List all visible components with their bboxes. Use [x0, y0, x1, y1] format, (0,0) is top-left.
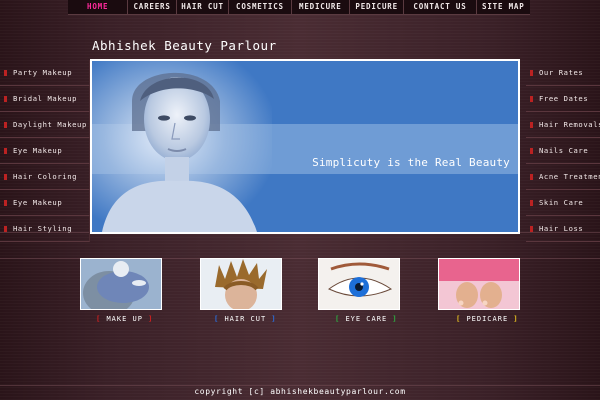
right-menu-label: Free Dates — [539, 94, 589, 103]
bracket-left: [ — [456, 315, 462, 323]
right-menu-label: Skin Care — [539, 198, 584, 207]
eye-care-image — [319, 259, 399, 309]
makeup-image — [81, 259, 161, 309]
bullet-icon — [530, 147, 533, 154]
left-menu-item[interactable]: Eye Makeup — [0, 190, 90, 216]
bracket-left: [ — [214, 315, 220, 323]
right-menu-item[interactable]: Acne Treatment — [526, 164, 600, 190]
bullet-icon — [4, 69, 7, 76]
bullet-icon — [530, 69, 533, 76]
left-menu-label: Hair Styling — [13, 224, 73, 233]
bracket-right: ] — [271, 315, 277, 323]
left-menu-label: Daylight Makeup — [13, 120, 87, 129]
right-menu-label: Acne Treatment — [539, 172, 600, 181]
bracket-right: ] — [513, 315, 519, 323]
bracket-right: ] — [392, 315, 398, 323]
caption-label: HAIR CUT — [224, 315, 267, 323]
site-title: Abhishek Beauty Parlour — [92, 38, 277, 53]
left-menu-label: Bridal Makeup — [13, 94, 78, 103]
right-menu-item[interactable]: Nails Care — [526, 138, 600, 164]
bullet-icon — [4, 95, 7, 102]
nav-hair-cut[interactable]: HAIR CUT — [177, 0, 230, 14]
thumbnail-makeup[interactable] — [80, 258, 162, 310]
nav-pedicure[interactable]: PEDICURE — [350, 0, 405, 14]
nav-medicure[interactable]: MEDICURE — [292, 0, 350, 14]
left-menu-label: Party Makeup — [13, 68, 73, 77]
bullet-icon — [530, 225, 533, 232]
banner-tagline: Simplicuty is the Real Beauty — [312, 156, 510, 169]
bullet-icon — [4, 147, 7, 154]
bullet-icon — [530, 173, 533, 180]
bullet-icon — [530, 121, 533, 128]
left-menu-label: Hair Coloring — [13, 172, 78, 181]
divider-line — [0, 385, 600, 386]
right-menu-item[interactable]: Skin Care — [526, 190, 600, 216]
caption-pedicare[interactable]: [ PEDICARE ] — [456, 315, 519, 323]
caption-label: PEDICARE — [466, 315, 509, 323]
right-menu-label: Nails Care — [539, 146, 589, 155]
bracket-right: ] — [148, 315, 154, 323]
left-menu-item[interactable]: Daylight Makeup — [0, 112, 90, 138]
left-menu-item[interactable]: Bridal Makeup — [0, 86, 90, 112]
bullet-icon — [530, 95, 533, 102]
top-nav: HOME CAREERS HAIR CUT COSMETICS MEDICURE… — [68, 0, 530, 15]
pedicare-image — [439, 259, 519, 309]
bullet-icon — [4, 225, 7, 232]
caption-label: MAKE UP — [106, 315, 143, 323]
right-menu-item[interactable]: Hair Removals — [526, 112, 600, 138]
right-menu-label: Hair Removals — [539, 120, 600, 129]
left-menu: Party Makeup Bridal Makeup Daylight Make… — [0, 60, 90, 242]
hero-banner: Simplicuty is the Real Beauty — [90, 59, 520, 234]
right-menu-label: Our Rates — [539, 68, 584, 77]
bullet-icon — [530, 199, 533, 206]
right-menu-item[interactable]: Our Rates — [526, 60, 600, 86]
nav-home[interactable]: HOME — [68, 0, 129, 14]
thumbnail-pedicare[interactable] — [438, 258, 520, 310]
nav-contact-us[interactable]: CONTACT US — [404, 0, 477, 14]
left-menu-label: Eye Makeup — [13, 146, 63, 155]
caption-label: EYE CARE — [345, 315, 388, 323]
left-menu-item[interactable]: Eye Makeup — [0, 138, 90, 164]
left-menu-item[interactable]: Hair Coloring — [0, 164, 90, 190]
bullet-icon — [4, 121, 7, 128]
caption-eye-care[interactable]: [ EYE CARE ] — [335, 315, 398, 323]
right-menu-label: Hair Loss — [539, 224, 584, 233]
right-menu: Our Rates Free Dates Hair Removals Nails… — [526, 60, 600, 242]
bullet-icon — [4, 199, 7, 206]
thumbnail-hair-cut[interactable] — [200, 258, 282, 310]
bracket-left: [ — [96, 315, 102, 323]
nav-site-map[interactable]: SITE MAP — [477, 0, 530, 14]
caption-makeup[interactable]: [ MAKE UP ] — [96, 315, 153, 323]
nav-cosmetics[interactable]: COSMETICS — [229, 0, 292, 14]
nav-careers[interactable]: CAREERS — [128, 0, 177, 14]
bracket-left: [ — [335, 315, 341, 323]
left-menu-item[interactable]: Hair Styling — [0, 216, 90, 242]
thumbnail-eye-care[interactable] — [318, 258, 400, 310]
hair-cut-image — [201, 259, 281, 309]
portrait-image — [102, 72, 257, 232]
left-menu-item[interactable]: Party Makeup — [0, 60, 90, 86]
right-menu-item[interactable]: Free Dates — [526, 86, 600, 112]
bullet-icon — [4, 173, 7, 180]
caption-hair-cut[interactable]: [ HAIR CUT ] — [214, 315, 277, 323]
footer-copyright: copyright [c] abhishekbeautyparlour.com — [194, 387, 406, 396]
left-menu-label: Eye Makeup — [13, 198, 63, 207]
right-menu-item[interactable]: Hair Loss — [526, 216, 600, 242]
